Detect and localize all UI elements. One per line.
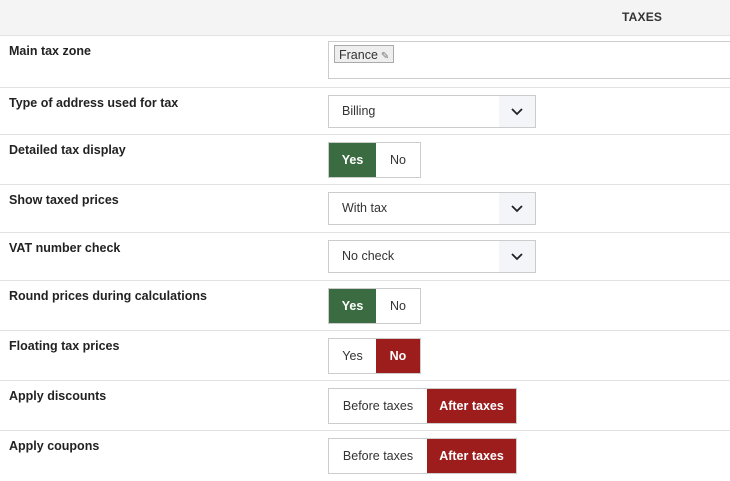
row-floating-tax-prices: Floating tax prices Yes No — [0, 330, 730, 380]
floating-tax-prices-toggle[interactable]: Yes No — [328, 338, 421, 374]
show-taxed-prices-select[interactable]: With tax — [328, 192, 536, 225]
apply-discounts-toggle[interactable]: Before taxes After taxes — [328, 388, 517, 424]
chevron-down-icon[interactable] — [499, 241, 535, 272]
tax-zone-tag[interactable]: France ✎ — [334, 45, 395, 63]
discounts-before-taxes-button[interactable]: Before taxes — [329, 389, 427, 423]
round-prices-label: Round prices during calculations — [9, 289, 207, 303]
row-round-prices: Round prices during calculations Yes No — [0, 280, 730, 330]
round-prices-toggle[interactable]: Yes No — [328, 288, 421, 324]
taxes-header: TAXES — [0, 0, 730, 35]
main-tax-zone-input[interactable]: France ✎ — [328, 41, 730, 79]
coupons-before-taxes-button[interactable]: Before taxes — [329, 439, 427, 473]
address-type-select[interactable]: Billing — [328, 95, 536, 128]
floating-tax-yes-button[interactable]: Yes — [329, 339, 376, 373]
detailed-tax-yes-button[interactable]: Yes — [329, 143, 376, 177]
vat-number-check-value: No check — [342, 249, 395, 263]
row-detailed-tax-display: Detailed tax display Yes No — [0, 134, 730, 184]
section-title: TAXES — [622, 10, 663, 24]
show-taxed-prices-label: Show taxed prices — [9, 193, 119, 207]
tax-zone-tag-text: France — [339, 48, 378, 62]
address-type-value: Billing — [342, 104, 376, 118]
address-type-label: Type of address used for tax — [9, 96, 179, 110]
discounts-after-taxes-button[interactable]: After taxes — [427, 389, 516, 423]
vat-number-check-select[interactable]: No check — [328, 240, 536, 273]
chevron-down-icon[interactable] — [499, 193, 535, 224]
apply-coupons-toggle[interactable]: Before taxes After taxes — [328, 438, 517, 474]
coupons-after-taxes-button[interactable]: After taxes — [427, 439, 516, 473]
pencil-icon[interactable]: ✎ — [381, 51, 389, 62]
vat-number-check-label: VAT number check — [9, 241, 121, 255]
round-prices-yes-button[interactable]: Yes — [329, 289, 376, 323]
row-address-type: Type of address used for tax Billing — [0, 87, 730, 134]
detailed-tax-display-label: Detailed tax display — [9, 143, 126, 157]
row-apply-coupons: Apply coupons Before taxes After taxes — [0, 430, 730, 481]
floating-tax-no-button[interactable]: No — [376, 339, 420, 373]
apply-coupons-label: Apply coupons — [9, 439, 100, 453]
row-vat-number-check: VAT number check No check — [0, 232, 730, 280]
show-taxed-prices-value: With tax — [342, 201, 388, 215]
row-show-taxed-prices: Show taxed prices With tax — [0, 184, 730, 232]
round-prices-no-button[interactable]: No — [376, 289, 420, 323]
chevron-down-icon[interactable] — [499, 96, 535, 127]
row-apply-discounts: Apply discounts Before taxes After taxes — [0, 380, 730, 430]
row-main-tax-zone: Main tax zone France ✎ — [0, 35, 730, 87]
main-tax-zone-label: Main tax zone — [9, 44, 91, 58]
detailed-tax-no-button[interactable]: No — [376, 143, 420, 177]
detailed-tax-display-toggle[interactable]: Yes No — [328, 142, 421, 178]
floating-tax-prices-label: Floating tax prices — [9, 339, 120, 353]
apply-discounts-label: Apply discounts — [9, 389, 107, 403]
